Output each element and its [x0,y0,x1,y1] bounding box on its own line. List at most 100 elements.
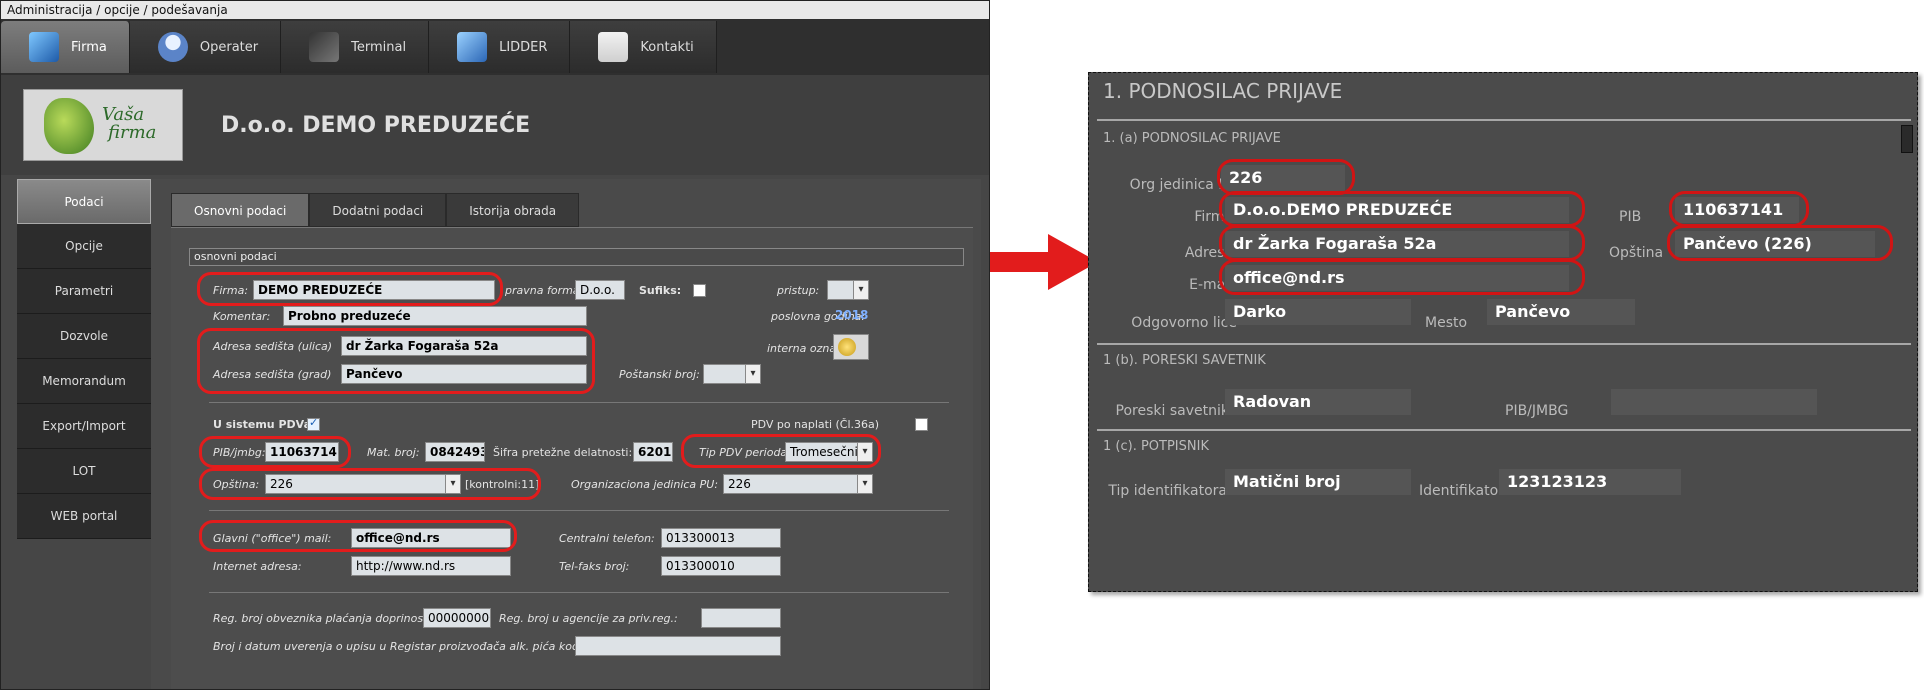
mesto-value[interactable]: Pančevo [1487,299,1635,325]
logo-leaf-icon [44,98,94,154]
org-jedinica-select[interactable]: 226 [723,474,873,494]
panel-title: 1. PODNOSILAC PRIJAVE [1103,79,1343,103]
pravna-forma-input[interactable]: D.o.o. [575,280,625,300]
nav-item-lot[interactable]: LOT [17,449,151,494]
divider [209,510,949,511]
internet-input[interactable]: http://www.nd.rs [351,556,511,576]
tab-kontakti[interactable]: Kontakti [570,21,717,73]
tab-operater[interactable]: Operater [129,21,282,73]
kontakti-icon [598,32,629,62]
tip-identifikatora-value[interactable]: Matični broj [1225,469,1411,495]
reg-broj-input[interactable]: 0000000000 [423,608,491,628]
section-a-title: 1. (a) PODNOSILAC PRIJAVE [1103,131,1281,146]
tab-dodatni-podaci[interactable]: Dodatni podaci [309,193,447,227]
tab-lidder-label: LIDDER [499,39,548,55]
telfaks-input[interactable]: 013300010 [661,556,781,576]
reg-broj-label: Reg. broj obveznika plaćanja doprinosa: [213,612,434,625]
identifikator-value[interactable]: 123123123 [1499,469,1681,495]
tab-firma[interactable]: Firma [1,21,130,73]
company-header: Vaša firma D.o.o. DEMO PREDUZEĆE [1,75,989,175]
pristup-label: pristup: [777,284,820,297]
centralni-tel-label: Centralni telefon: [559,532,655,545]
highlight-adresa [1219,225,1585,261]
section-c-title: 1 (c). POTPISNIK [1103,439,1209,454]
tab-kontakti-label: Kontakti [640,39,694,55]
nav-item-dozvole[interactable]: Dozvole [17,314,151,359]
company-title: D.o.o. DEMO PREDUZEĆE [221,113,531,138]
pristup-select[interactable] [827,280,869,300]
odgovorno-lice-value[interactable]: Darko [1225,299,1411,325]
tab-osnovni-podaci[interactable]: Osnovni podaci [171,193,310,227]
pdv-po-naplati-checkbox[interactable] [915,418,928,431]
reg-agencija-input[interactable] [701,608,781,628]
tab-lidder[interactable]: LIDDER [429,21,571,73]
highlight-firma [197,272,503,306]
sub-tab-bar: Osnovni podaci Dodatni podaci Istorija o… [171,193,580,227]
logo-text-2: firma [108,122,157,143]
sufiks-checkbox[interactable] [693,284,706,297]
highlight-firma [1219,191,1585,227]
divider [209,402,949,403]
nav-item-export-import[interactable]: Export/Import [17,404,151,449]
highlight-mail [199,520,517,552]
highlight-opstina [1667,225,1893,261]
highlight-org [1217,159,1355,195]
divider [1097,429,1911,431]
pib-label: PIB [1619,209,1642,225]
tab-terminal-label: Terminal [351,39,407,55]
highlight-pib [1669,191,1809,227]
poslovna-godina-value: 2018 [835,308,869,322]
u-sistemu-pdv-label: U sistemu PDVa [213,418,311,431]
top-tab-bar: Firma Operater Terminal LIDDER Kontakti [1,19,989,75]
postanski-broj-select[interactable] [703,364,761,384]
highlight-adresa [197,328,595,394]
mesto-label: Mesto [1425,315,1468,331]
pib-jmbg-label: PIB/JMBG [1505,403,1569,419]
interna-oznaka-picker[interactable] [833,334,869,360]
firma-icon [29,32,59,62]
tab-istorija-obrada[interactable]: Istorija obrada [446,193,580,227]
broj-datum-label: Broj i datum uverenja o upisu u Registar… [213,640,601,653]
side-nav: Podaci Opcije Parametri Dozvole Memorand… [17,179,151,539]
nav-item-podaci[interactable]: Podaci [17,179,151,224]
email-label: E-mail [1189,277,1233,293]
poreski-savetnik-label: Poreski savetnik [1115,403,1229,419]
nav-item-parametri[interactable]: Parametri [17,269,151,314]
company-logo: Vaša firma [23,89,183,161]
poreski-savetnik-value[interactable]: Radovan [1225,389,1411,415]
red-arrow-icon [990,234,1098,290]
lidder-icon [457,32,488,62]
reg-agencija-label: Reg. broj u agencije za priv.reg.: [499,612,678,625]
highlight-opstina [199,468,541,500]
pdv-po-naplati-label: PDV po naplati (Čl.36a) [751,418,880,431]
scrollbar-thumb[interactable] [1901,125,1913,153]
nav-item-opcije[interactable]: Opcije [17,224,151,269]
podnosilac-panel: 1. PODNOSILAC PRIJAVE 1. (a) PODNOSILAC … [1088,72,1918,592]
mat-broj-input[interactable]: 08424934 [425,442,485,462]
broj-datum-input[interactable] [575,636,781,656]
highlight-tip-pdv [681,434,881,468]
postanski-broj-label: Poštanski broj: [619,368,700,381]
section-header: osnovni podaci [189,248,964,266]
org-jedinica-label: Organizaciona jedinica PU: [571,478,719,491]
telfaks-label: Tel-faks broj: [559,560,630,573]
identifikator-label: Identifikator [1419,483,1504,499]
centralni-tel-input[interactable]: 013300013 [661,528,781,548]
nav-item-memorandum[interactable]: Memorandum [17,359,151,404]
operater-icon [157,32,188,62]
divider [1097,119,1911,121]
komentar-input[interactable]: Probno preduzeće [283,306,587,326]
u-sistemu-pdv-checkbox[interactable] [307,416,320,431]
komentar-label: Komentar: [213,310,271,323]
nav-item-web-portal[interactable]: WEB portal [17,494,151,539]
section-b-title: 1 (b). PORESKI SAVETNIK [1103,353,1266,368]
divider [209,592,949,593]
pib-jmbg-value[interactable] [1611,389,1817,415]
tab-terminal[interactable]: Terminal [281,21,430,73]
medal-icon [838,338,856,356]
mat-broj-label: Mat. broj: [367,446,420,459]
sifra-delatnosti-input[interactable]: 6201 [633,442,673,462]
form-panel: osnovni podaci Firma: DEMO PREDUZEĆE pra… [171,227,973,689]
highlight-email [1219,259,1585,295]
adresa-label: Adresa [1184,245,1233,261]
